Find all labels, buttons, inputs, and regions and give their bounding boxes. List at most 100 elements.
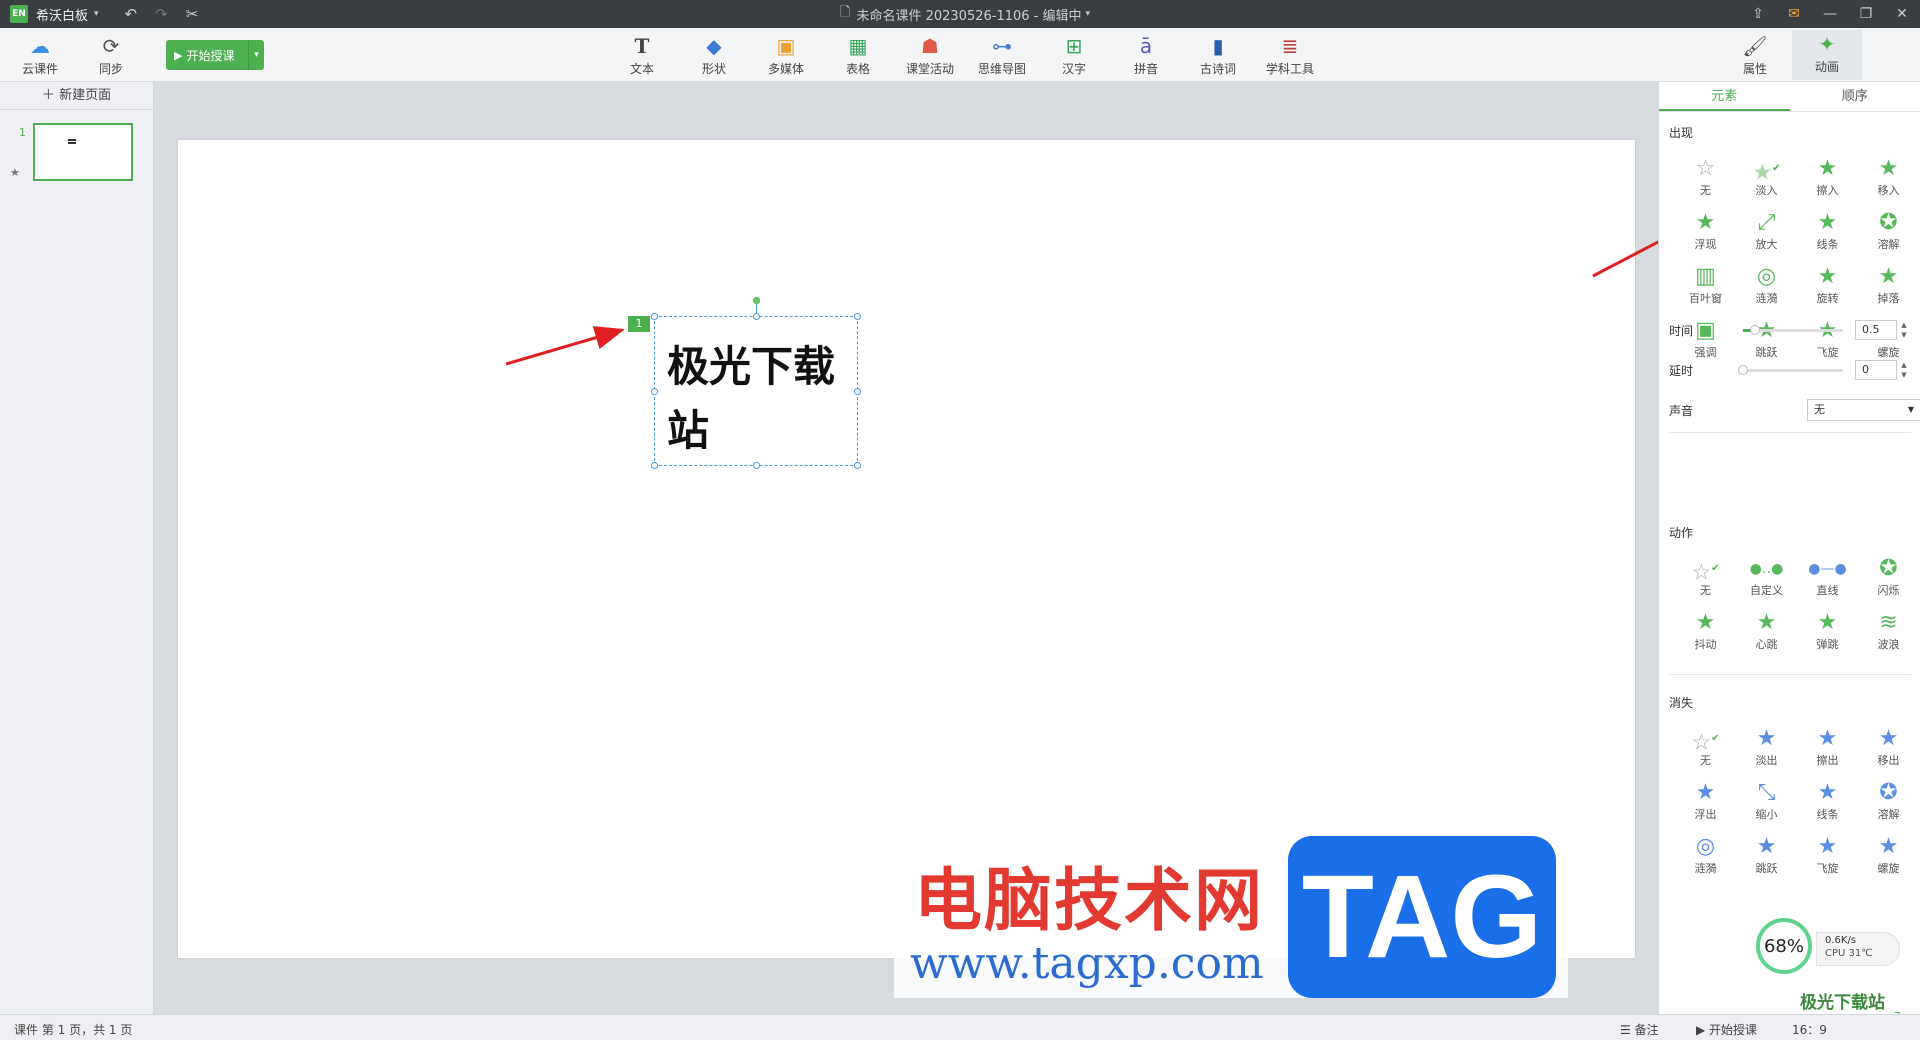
notes-button[interactable]: ☰ 备注 — [1620, 1021, 1659, 1038]
resize-handle-sw[interactable] — [651, 462, 658, 469]
action-effect-shake[interactable]: ★ 抖动 — [1675, 610, 1736, 656]
page-thumbnail[interactable] — [33, 123, 133, 181]
new-page-button[interactable]: ＋ 新建页面 — [0, 82, 153, 110]
appear-effect-rotate[interactable]: ★ 旋转 — [1797, 264, 1858, 310]
system-monitor-widget[interactable]: 68% 0.6K/s CPU 31℃ — [1756, 918, 1900, 980]
resize-handle-ne[interactable] — [854, 313, 861, 320]
animation-button[interactable]: ✦ 动画 — [1792, 30, 1862, 80]
time-slider-knob[interactable] — [1750, 324, 1760, 335]
properties-button[interactable]: 🖌 属性 — [1720, 32, 1790, 77]
tool-shape-button[interactable]: ◆ 形状 — [679, 32, 749, 77]
maximize-icon[interactable]: ❐ — [1848, 6, 1884, 22]
disappear-effect-none[interactable]: ☆✔ 无 — [1675, 726, 1736, 772]
play-icon: ▶ — [1696, 1023, 1710, 1037]
disappear-effect-float-out[interactable]: ★ 浮出 — [1675, 780, 1736, 826]
tool-table-button[interactable]: ▦ 表格 — [823, 32, 893, 77]
appear-effect-zoom[interactable]: ⤢ 放大 — [1736, 210, 1797, 256]
resize-handle-e[interactable] — [854, 388, 861, 395]
tool-media-button[interactable]: ▣ 多媒体 — [751, 32, 821, 77]
disappear-effect-jump[interactable]: ★ 跳跃 — [1736, 834, 1797, 880]
animation-label: 动画 — [1814, 60, 1839, 74]
status-start-teaching-button[interactable]: ▶ 开始授课 — [1696, 1021, 1757, 1038]
delay-slider[interactable] — [1738, 364, 1843, 375]
delay-stepper[interactable]: ▲ ▼ — [1899, 360, 1909, 380]
effect-label: 浮现 — [1694, 238, 1717, 251]
time-stepper[interactable]: ▲ ▼ — [1899, 320, 1909, 340]
close-icon[interactable]: ✕ — [1884, 6, 1920, 22]
blinds-icon: ▥ — [1695, 264, 1716, 289]
appear-effect-drop[interactable]: ★ 掉落 — [1858, 264, 1919, 310]
resize-handle-se[interactable] — [854, 462, 861, 469]
appear-section-title: 出现 — [1669, 126, 1694, 140]
action-effect-bounce[interactable]: ★ 弹跳 — [1797, 610, 1858, 656]
action-effect-heartbeat[interactable]: ★ 心跳 — [1736, 610, 1797, 656]
action-effect-wave[interactable]: ≋ 波浪 — [1858, 610, 1919, 656]
tool-mindmap-button[interactable]: ⊶ 思维导图 — [967, 32, 1037, 77]
disappear-effect-lines[interactable]: ★ 线条 — [1797, 780, 1858, 826]
app-name[interactable]: 希沃白板 — [36, 5, 88, 24]
tool-activity-button[interactable]: ☗ 课堂活动 — [895, 32, 965, 77]
time-input[interactable]: 0.5 — [1855, 320, 1897, 340]
tool-text-button[interactable]: T 文本 — [607, 32, 677, 77]
disappear-effect-shrink[interactable]: ⤡ 缩小 — [1736, 780, 1797, 826]
rotate-handle[interactable] — [753, 297, 760, 304]
resize-handle-s[interactable] — [753, 462, 760, 469]
effect-label: 擦入 — [1816, 184, 1839, 197]
time-slider[interactable] — [1743, 324, 1843, 335]
action-effect-none[interactable]: ☆✔ 无 — [1675, 556, 1736, 602]
action-effect-custom[interactable]: ●‥● 自定义 — [1736, 556, 1797, 602]
minimize-icon[interactable]: — — [1812, 6, 1848, 22]
aspect-ratio[interactable]: 16：9 — [1792, 1021, 1827, 1038]
app-menu-chevron-icon[interactable]: ▾ — [94, 9, 99, 19]
appear-effect-none[interactable]: ☆ 无 — [1675, 156, 1736, 202]
tool-pinyin-button[interactable]: ā 拼音 — [1111, 32, 1181, 77]
document-icon: 🗋 — [840, 5, 851, 20]
delay-slider-knob[interactable] — [1738, 364, 1748, 375]
sound-label: 声音 — [1669, 403, 1694, 418]
scissors-icon[interactable]: ✂ — [186, 5, 199, 23]
disappear-effect-fade-out[interactable]: ★ 淡出 — [1736, 726, 1797, 772]
selected-text-box[interactable]: 1 极光下载站 — [628, 297, 861, 469]
slide-text[interactable]: 极光下载站 — [667, 335, 852, 463]
share-icon[interactable]: ⇪ — [1740, 6, 1776, 22]
action-effect-flash[interactable]: ✪ 闪烁 — [1858, 556, 1919, 602]
resize-handle-nw[interactable] — [651, 313, 658, 320]
mail-icon[interactable]: ✉ — [1776, 6, 1812, 22]
tool-hanzi-button[interactable]: ⊞ 汉字 — [1039, 32, 1109, 77]
appear-effect-float[interactable]: ★ 浮现 — [1675, 210, 1736, 256]
disappear-effect-move-out[interactable]: ★ 移出 — [1858, 726, 1919, 772]
disappear-effect-spiral[interactable]: ★ 螺旋 — [1858, 834, 1919, 880]
appear-effect-blinds[interactable]: ▥ 百叶窗 — [1675, 264, 1736, 310]
disappear-effect-ripple[interactable]: ◎ 涟漪 — [1675, 834, 1736, 880]
tab-elements[interactable]: 元素 — [1659, 82, 1790, 111]
disappear-effect-dissolve[interactable]: ✪ 溶解 — [1858, 780, 1919, 826]
document-title-area[interactable]: 🗋 未命名课件 20230526-1106 - 编辑中 ▾ — [840, 0, 1090, 28]
resize-handle-n[interactable] — [753, 313, 760, 320]
appear-effect-lines[interactable]: ★ 线条 — [1797, 210, 1858, 256]
appear-effect-fade-in[interactable]: ★✔ 淡入 — [1736, 156, 1797, 202]
effect-label: 无 — [1700, 184, 1711, 197]
appear-effect-move-in[interactable]: ★ 移入 — [1858, 156, 1919, 202]
appear-effect-ripple[interactable]: ◎ 涟漪 — [1736, 264, 1797, 310]
document-menu-chevron-icon[interactable]: ▾ — [1085, 9, 1090, 19]
sync-button[interactable]: ⟳ 同步 — [76, 32, 146, 77]
start-teaching-button[interactable]: ▶ 开始授课 ▾ — [166, 40, 264, 70]
watermark-site-name: 电脑技术网 — [914, 862, 1265, 941]
resize-handle-w[interactable] — [651, 388, 658, 395]
start-teaching-dropdown[interactable]: ▾ — [248, 40, 264, 70]
tool-poem-button[interactable]: ▮ 古诗词 — [1183, 32, 1253, 77]
animation-order-badge[interactable]: 1 — [628, 316, 650, 332]
disappear-effect-fly-spin[interactable]: ★ 飞旋 — [1797, 834, 1858, 880]
appear-effect-dissolve[interactable]: ✪ 溶解 — [1858, 210, 1919, 256]
undo-icon[interactable]: ↶ — [125, 5, 138, 23]
delay-input[interactable]: 0 — [1855, 360, 1897, 380]
line-path-icon: ●—● — [1808, 561, 1847, 577]
action-effect-line[interactable]: ●—● 直线 — [1797, 556, 1858, 602]
tool-subject-tools-button[interactable]: ≣ 学科工具 — [1255, 32, 1325, 77]
sound-select[interactable]: 无 ▼ — [1807, 399, 1920, 421]
redo-icon[interactable]: ↷ — [155, 5, 168, 23]
disappear-effect-wipe-out[interactable]: ★ 擦出 — [1797, 726, 1858, 772]
tab-order[interactable]: 顺序 — [1790, 82, 1920, 111]
cloud-courseware-button[interactable]: ☁ 云课件 — [5, 32, 75, 77]
appear-effect-wipe-in[interactable]: ★ 擦入 — [1797, 156, 1858, 202]
